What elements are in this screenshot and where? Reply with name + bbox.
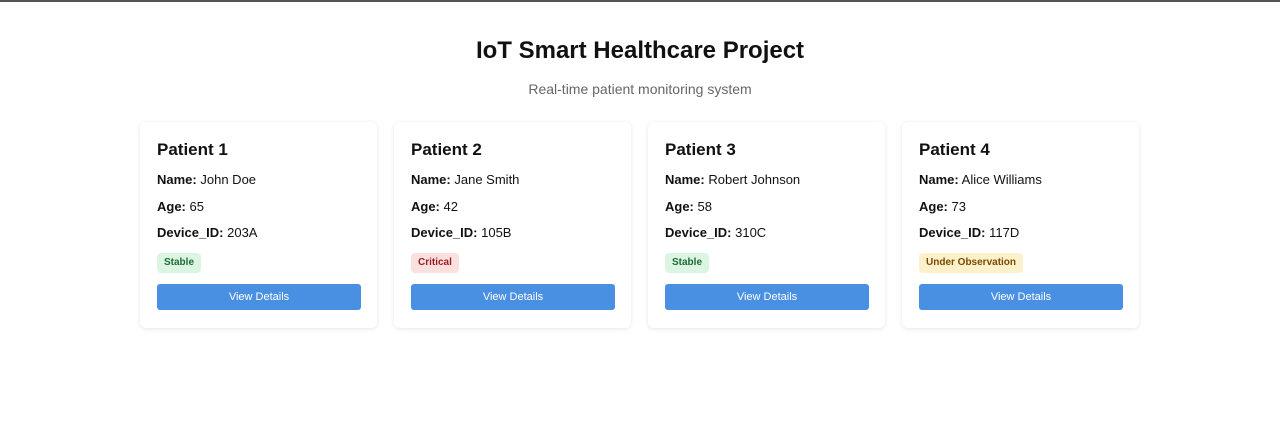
patient-name-row: Name: Robert Johnson	[665, 172, 868, 188]
status-badge: Stable	[665, 252, 710, 273]
patient-device-id: 203A	[227, 225, 258, 240]
age-label: Age:	[411, 198, 440, 214]
patient-device-row: Device_ID: 117D	[919, 225, 1122, 241]
age-label: Age:	[919, 198, 948, 214]
patient-card: Patient 1 Name: John Doe Age: 65 Device_…	[140, 122, 377, 328]
name-label: Name:	[157, 172, 197, 187]
patient-age: 42	[443, 198, 458, 214]
view-details-button[interactable]: View Details	[665, 284, 869, 310]
patient-name-row: Name: Jane Smith	[411, 172, 614, 188]
status-badge: Under Observation	[919, 252, 1024, 273]
patient-heading: Patient 2	[411, 140, 482, 159]
status-badge: Critical	[411, 252, 459, 273]
patient-heading: Patient 1	[157, 140, 228, 159]
patient-age-row: Age: 42	[411, 199, 614, 215]
top-border	[0, 0, 1280, 2]
patient-device-row: Device_ID: 203A	[157, 225, 360, 241]
patient-name-row: Name: Alice Williams	[919, 172, 1122, 188]
patient-device-row: Device_ID: 105B	[411, 225, 614, 241]
patient-heading: Patient 4	[919, 140, 990, 159]
view-details-button[interactable]: View Details	[157, 284, 361, 310]
patient-card: Patient 3 Name: Robert Johnson Age: 58 D…	[648, 122, 885, 328]
patient-cards: Patient 1 Name: John Doe Age: 65 Device_…	[140, 122, 1139, 328]
view-details-button[interactable]: View Details	[411, 284, 615, 310]
patient-age: 65	[189, 198, 204, 214]
patient-name-row: Name: John Doe	[157, 172, 360, 188]
patient-age: 58	[697, 198, 712, 214]
patient-name: Alice Williams	[961, 172, 1042, 187]
patient-name: Robert Johnson	[708, 172, 801, 187]
patient-age: 73	[951, 198, 966, 214]
patient-device-id: 105B	[481, 225, 512, 240]
patient-age-row: Age: 58	[665, 199, 868, 215]
page-subtitle: Real-time patient monitoring system	[528, 81, 752, 97]
name-label: Name:	[665, 172, 705, 187]
age-label: Age:	[665, 198, 694, 214]
patient-age-row: Age: 65	[157, 199, 360, 215]
age-label: Age:	[157, 198, 186, 214]
patient-heading: Patient 3	[665, 140, 736, 159]
device-id-label: Device_ID:	[157, 225, 224, 240]
name-label: Name:	[919, 172, 959, 187]
view-details-button[interactable]: View Details	[919, 284, 1123, 310]
patient-device-id: 117D	[989, 225, 1020, 240]
status-badge: Stable	[157, 252, 202, 273]
name-label: Name:	[411, 172, 451, 187]
patient-card: Patient 4 Name: Alice Williams Age: 73 D…	[902, 122, 1139, 328]
patient-card: Patient 2 Name: Jane Smith Age: 42 Devic…	[394, 122, 631, 328]
device-id-label: Device_ID:	[665, 225, 732, 240]
page-title: IoT Smart Healthcare Project	[475, 37, 805, 64]
patient-name: John Doe	[200, 172, 257, 187]
patient-device-row: Device_ID: 310C	[665, 225, 868, 241]
page-header: IoT Smart Healthcare Project Real-time p…	[0, 36, 1280, 98]
patient-name: Jane Smith	[454, 172, 520, 187]
patient-device-id: 310C	[735, 225, 767, 240]
device-id-label: Device_ID:	[411, 225, 478, 240]
patient-age-row: Age: 73	[919, 199, 1122, 215]
device-id-label: Device_ID:	[919, 225, 986, 240]
